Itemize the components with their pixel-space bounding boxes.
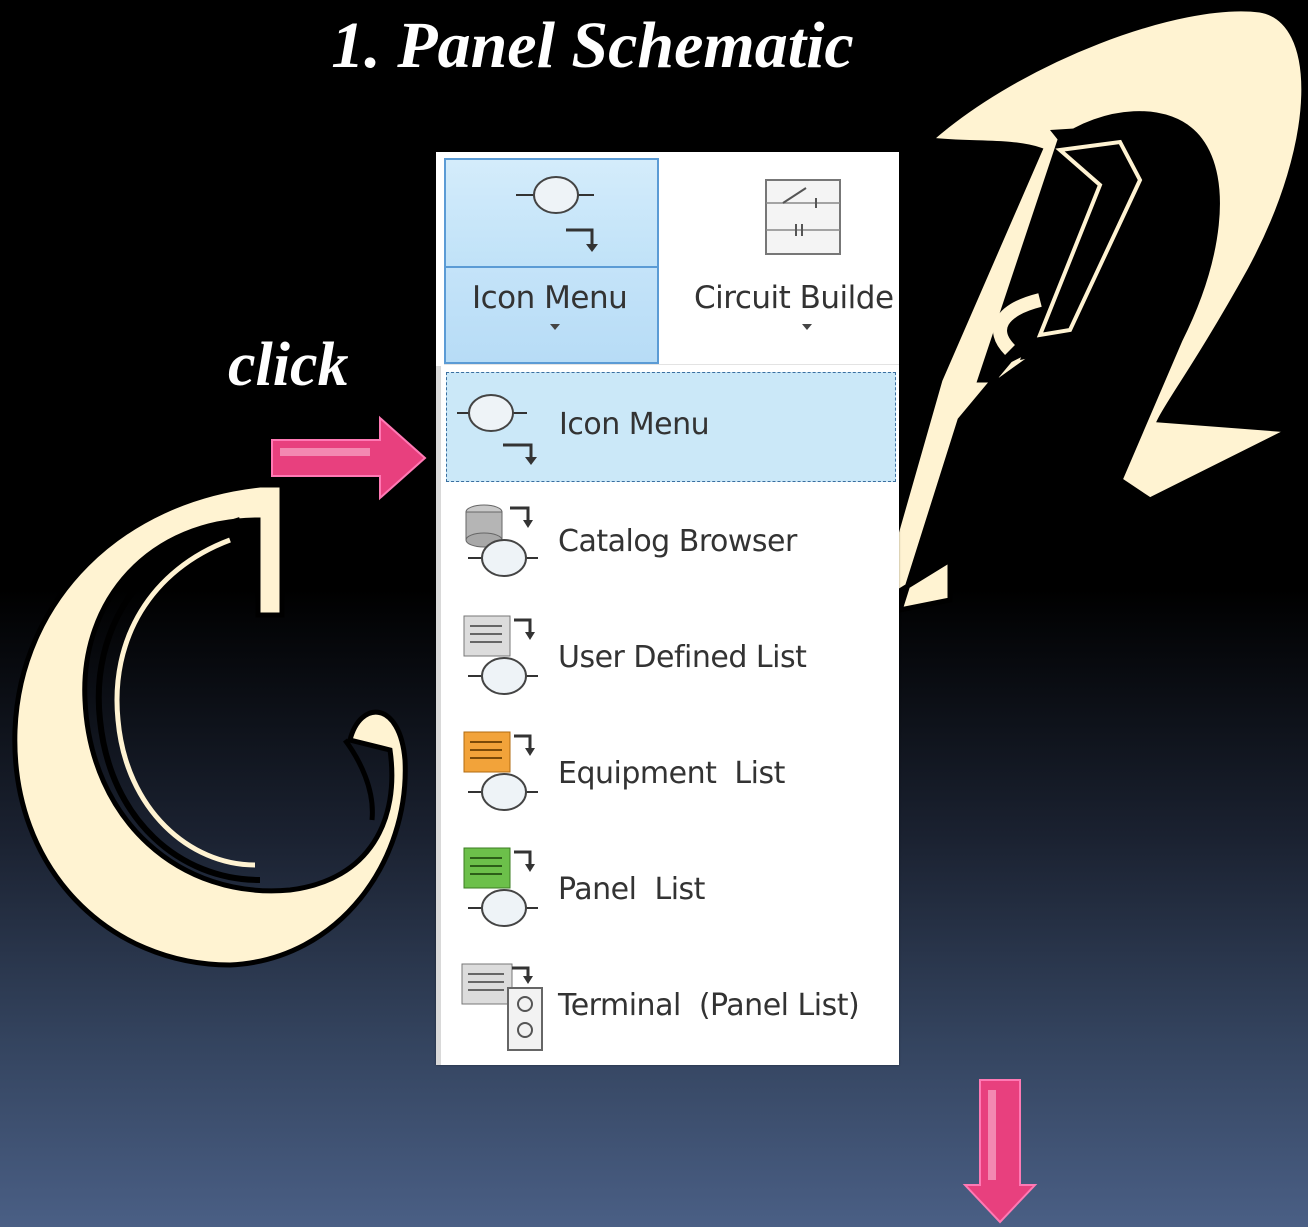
menu-left-border xyxy=(436,366,441,1065)
equipment-list-icon xyxy=(463,731,538,811)
down-arrow xyxy=(962,1079,1038,1224)
icon-menu-icon xyxy=(516,176,598,252)
menu-item-terminal-panel-list[interactable]: Terminal (Panel List) xyxy=(446,954,896,1064)
panel-list-icon xyxy=(463,847,538,927)
menu-item-user-defined-list[interactable]: User Defined List xyxy=(446,606,896,716)
decorative-letter-c xyxy=(12,482,408,968)
circuit-builder-label: Circuit Builde xyxy=(694,280,894,316)
menu-item-label: Icon Menu xyxy=(559,407,710,442)
circuit-builder-button[interactable]: Circuit Builde xyxy=(668,158,899,364)
chevron-down-icon xyxy=(802,324,812,330)
ribbon-separator xyxy=(444,364,899,365)
menu-item-catalog-browser[interactable]: Catalog Browser xyxy=(446,490,896,600)
menu-item-label: User Defined List xyxy=(558,640,807,675)
icon-menu-dropdown-button[interactable]: Icon Menu xyxy=(444,268,659,364)
click-label: click xyxy=(228,331,349,399)
terminal-panel-list-icon xyxy=(461,963,543,1051)
menu-item-panel-list[interactable]: Panel List xyxy=(446,838,896,948)
click-arrow xyxy=(271,415,427,501)
circuit-builder-icon xyxy=(765,179,841,255)
ribbon-panel: Icon Menu Circuit Builde Icon Menu Catal… xyxy=(436,152,899,1065)
icon-menu-icon xyxy=(457,394,537,465)
user-defined-list-icon xyxy=(463,615,538,695)
slide-title: 1. Panel Schematic xyxy=(331,9,854,82)
icon-menu-label: Icon Menu xyxy=(472,280,628,316)
catalog-browser-icon xyxy=(465,504,538,577)
menu-item-label: Equipment List xyxy=(558,756,785,791)
chevron-down-icon xyxy=(550,324,560,330)
menu-item-label: Catalog Browser xyxy=(558,524,797,559)
menu-item-label: Terminal (Panel List) xyxy=(558,988,860,1023)
menu-item-icon-menu[interactable]: Icon Menu xyxy=(446,372,896,482)
menu-item-equipment-list[interactable]: Equipment List xyxy=(446,722,896,832)
icon-menu-button-top[interactable] xyxy=(444,158,659,268)
menu-item-label: Panel List xyxy=(558,872,705,907)
